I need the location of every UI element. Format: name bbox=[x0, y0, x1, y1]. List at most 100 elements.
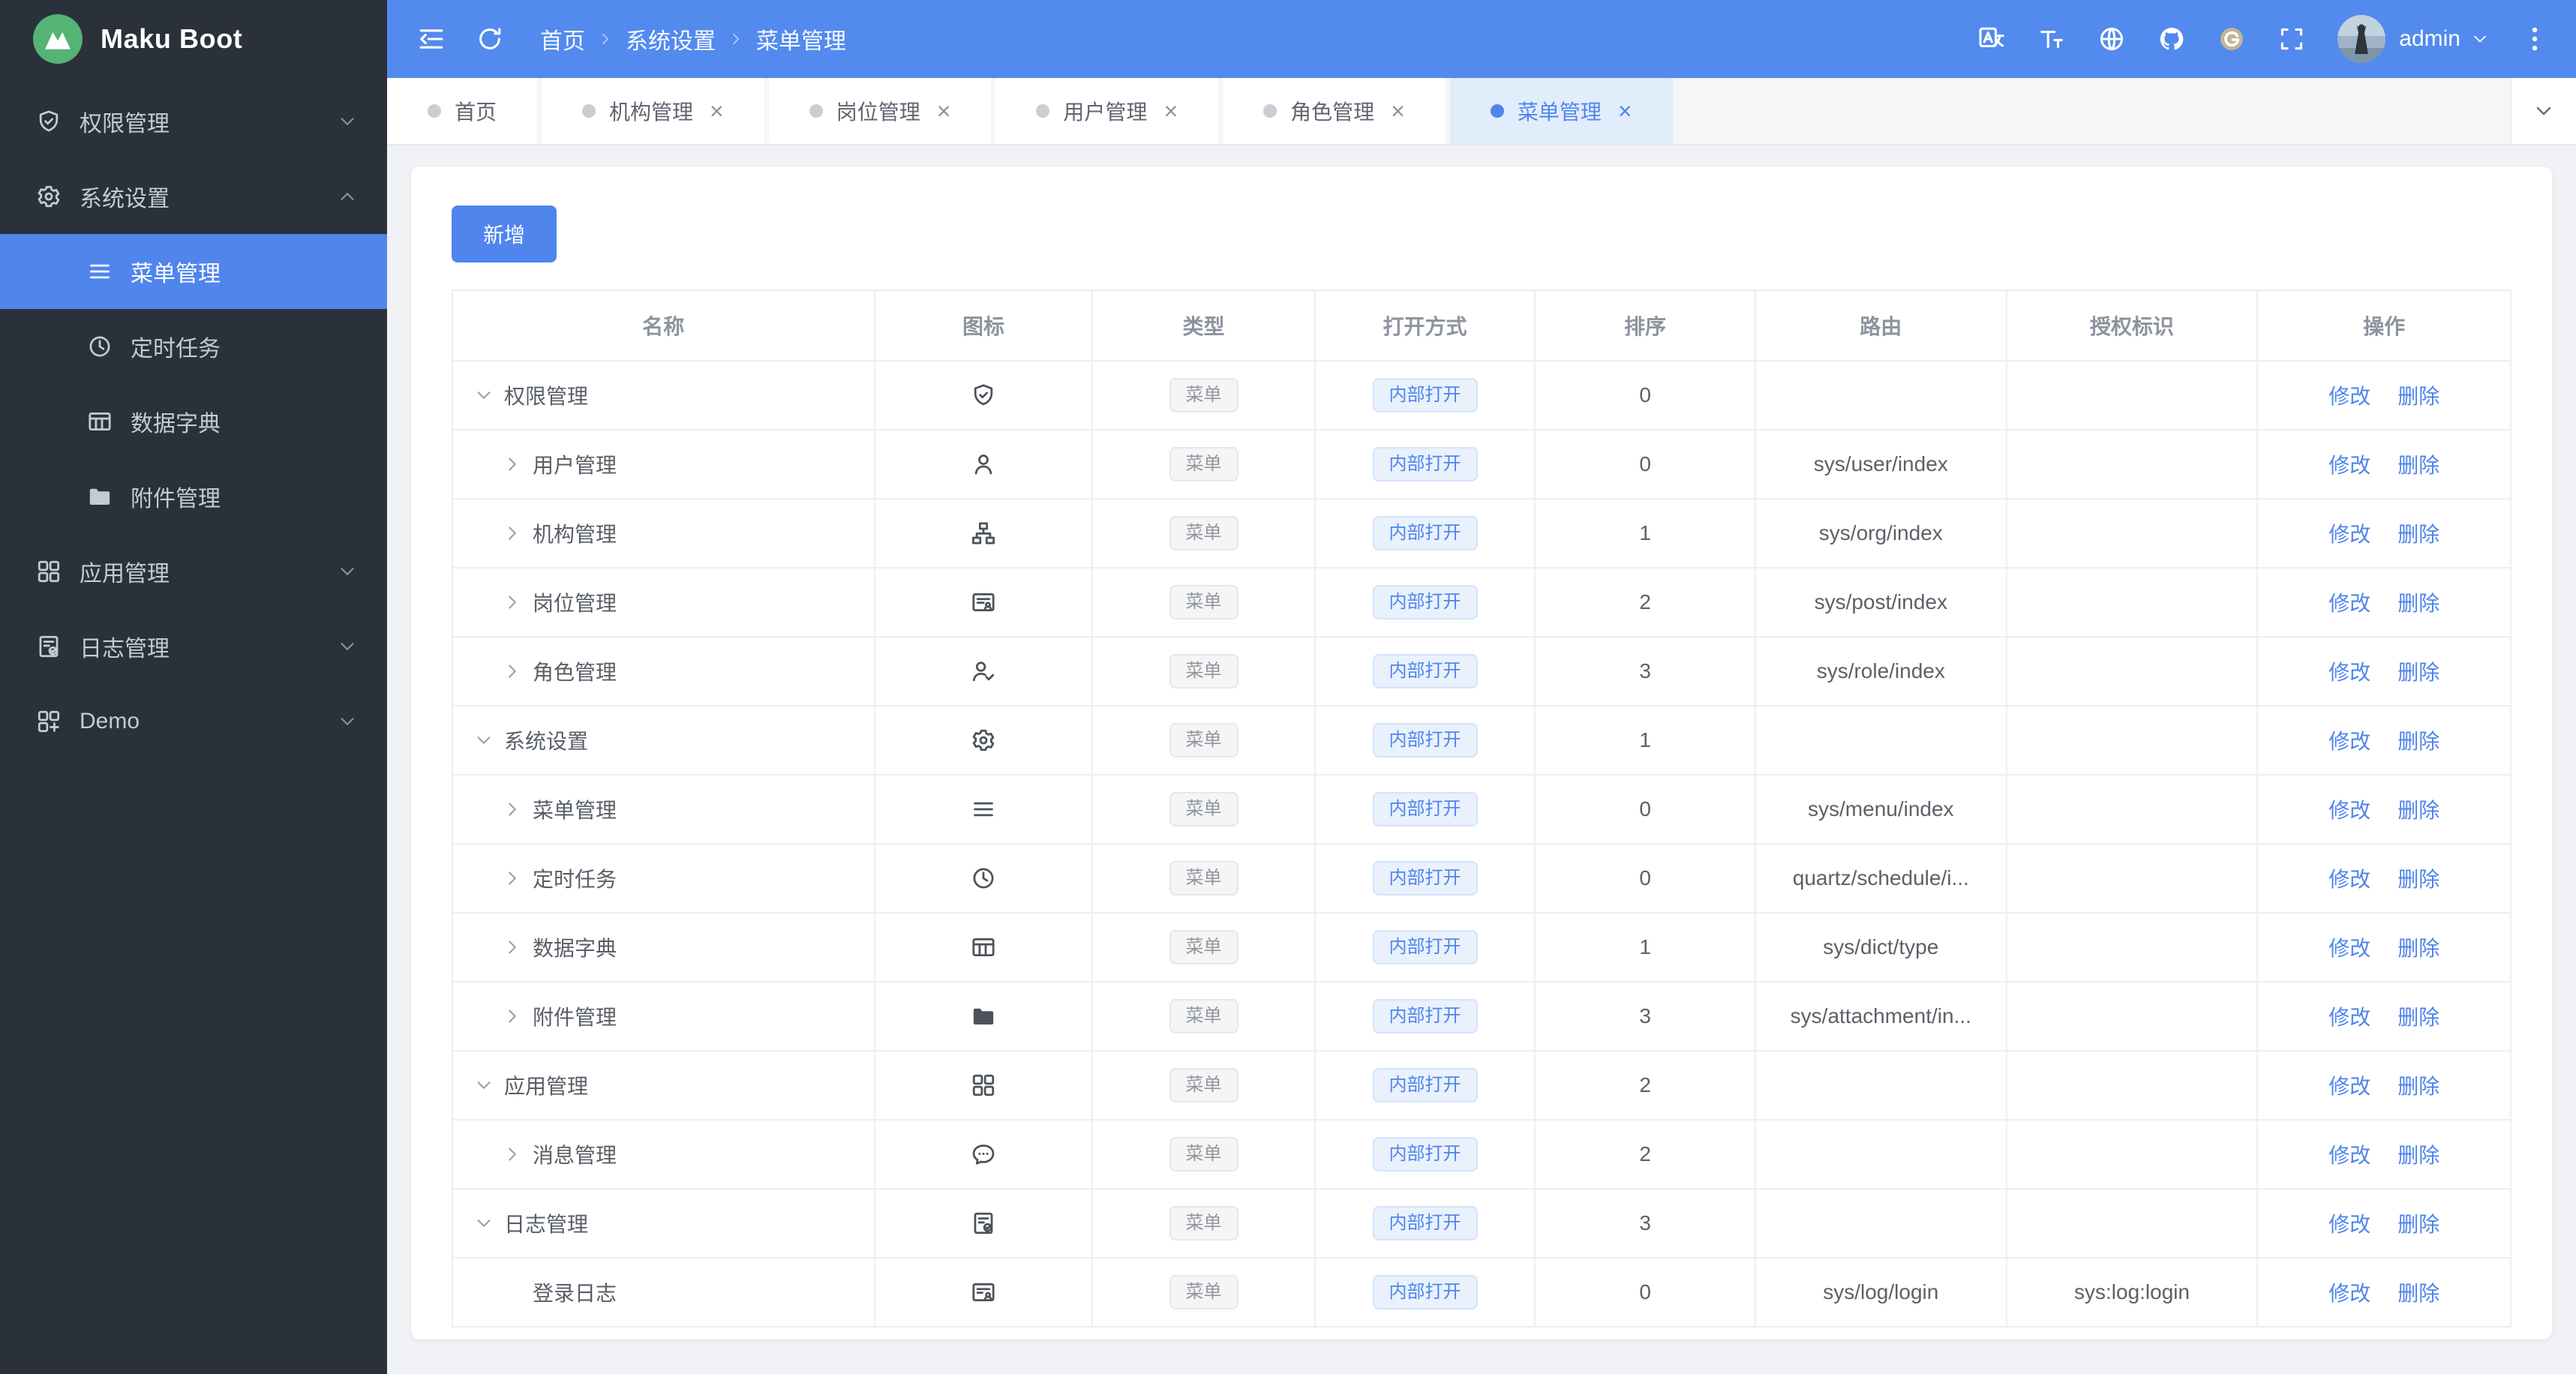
table-row: 用户管理 菜单 内部打开 0 sys/user/index 修改 删除 bbox=[451, 429, 2511, 500]
type-tag: 菜单 bbox=[1169, 446, 1238, 482]
delete-link[interactable]: 删除 bbox=[2397, 1213, 2439, 1236]
edit-link[interactable]: 修改 bbox=[2328, 385, 2370, 408]
menu-name: 应用管理 bbox=[504, 1075, 589, 1098]
route-value: sys/user/index bbox=[1754, 429, 2007, 500]
chevron-right-icon[interactable] bbox=[503, 800, 522, 819]
avatar[interactable] bbox=[2337, 15, 2386, 63]
tab-0[interactable]: 首页 bbox=[387, 78, 538, 144]
edit-link[interactable]: 修改 bbox=[2328, 661, 2370, 684]
sidebar-subitem-2[interactable]: 数据字典 bbox=[0, 384, 387, 459]
open-mode-tag: 内部打开 bbox=[1372, 515, 1478, 551]
folder-icon bbox=[87, 484, 113, 509]
close-icon[interactable]: × bbox=[937, 99, 951, 123]
tab-3[interactable]: 用户管理 × bbox=[995, 78, 1219, 144]
row-actions: 修改 删除 bbox=[2256, 636, 2511, 706]
gitee-icon[interactable] bbox=[2217, 25, 2246, 53]
delete-link[interactable]: 删除 bbox=[2397, 454, 2439, 477]
menu-name: 数据字典 bbox=[533, 937, 617, 960]
username-label[interactable]: admin bbox=[2399, 26, 2460, 52]
close-icon[interactable]: × bbox=[1163, 99, 1178, 123]
sidebar-item-0[interactable]: 权限管理 bbox=[0, 84, 387, 159]
delete-link[interactable]: 删除 bbox=[2397, 1282, 2439, 1305]
delete-link[interactable]: 删除 bbox=[2397, 868, 2439, 891]
chevron-right-icon bbox=[728, 31, 744, 47]
delete-link[interactable]: 删除 bbox=[2397, 799, 2439, 822]
fullscreen-icon[interactable] bbox=[2277, 25, 2306, 53]
chevron-right-icon[interactable] bbox=[503, 938, 522, 957]
close-icon[interactable]: × bbox=[1618, 99, 1632, 123]
delete-link[interactable]: 删除 bbox=[2397, 1006, 2439, 1029]
delete-link[interactable]: 删除 bbox=[2397, 592, 2439, 615]
chevron-right-icon[interactable] bbox=[503, 592, 522, 612]
add-button[interactable]: 新增 bbox=[452, 206, 557, 262]
sidebar-item-3[interactable]: 日志管理 bbox=[0, 609, 387, 684]
sidebar-subitem-1[interactable]: 定时任务 bbox=[0, 309, 387, 384]
github-icon[interactable] bbox=[2157, 25, 2186, 53]
tab-2[interactable]: 岗位管理 × bbox=[768, 78, 992, 144]
close-icon[interactable]: × bbox=[1391, 99, 1405, 123]
sidebar-item-2[interactable]: 应用管理 bbox=[0, 534, 387, 609]
tabs-overflow-button[interactable] bbox=[2510, 78, 2576, 144]
breadcrumb-item[interactable]: 菜单管理 bbox=[756, 22, 846, 56]
delete-link[interactable]: 删除 bbox=[2397, 661, 2439, 684]
sidebar-item-1[interactable]: 系统设置 bbox=[0, 159, 387, 234]
translate-icon[interactable] bbox=[1977, 25, 2006, 53]
edit-link[interactable]: 修改 bbox=[2328, 937, 2370, 960]
edit-link[interactable]: 修改 bbox=[2328, 1144, 2370, 1167]
chevron-right-icon[interactable] bbox=[503, 524, 522, 543]
chevron-down-icon[interactable] bbox=[474, 386, 494, 405]
delete-link[interactable]: 删除 bbox=[2397, 730, 2439, 753]
menu-name: 角色管理 bbox=[533, 661, 617, 684]
menu-icon bbox=[87, 259, 113, 284]
edit-link[interactable]: 修改 bbox=[2328, 1006, 2370, 1029]
message-icon bbox=[971, 1142, 996, 1167]
chevron-down-icon[interactable] bbox=[474, 1214, 494, 1233]
chevron-right-icon[interactable] bbox=[503, 662, 522, 681]
delete-link[interactable]: 删除 bbox=[2397, 385, 2439, 408]
tab-1[interactable]: 机构管理 × bbox=[542, 78, 764, 144]
globe-icon[interactable] bbox=[2097, 25, 2126, 53]
type-tag: 菜单 bbox=[1169, 653, 1238, 689]
edit-link[interactable]: 修改 bbox=[2328, 592, 2370, 615]
content-area: 新增 名称 图标 类型 打开方式 排序 路由 授权标识 操作 权限管理 菜单 内部打开 0 修… bbox=[387, 146, 2576, 1374]
chevron-down-icon[interactable] bbox=[474, 730, 494, 750]
more-menu-icon[interactable] bbox=[2520, 25, 2549, 53]
open-mode-tag: 内部打开 bbox=[1372, 860, 1478, 896]
delete-link[interactable]: 删除 bbox=[2397, 1075, 2439, 1098]
sidebar-menu: 权限管理 系统设置 菜单管理 定时任务 数据字典 附件管理 应用管理 日志管理 … bbox=[0, 78, 387, 1374]
tab-bar: 首页 机构管理 × 岗位管理 × 用户管理 × 角色管理 × 菜单管理 × bbox=[387, 78, 2576, 146]
edit-link[interactable]: 修改 bbox=[2328, 523, 2370, 546]
sidebar-subitem-0[interactable]: 菜单管理 bbox=[0, 234, 387, 309]
delete-link[interactable]: 删除 bbox=[2397, 1144, 2439, 1167]
chevron-right-icon[interactable] bbox=[503, 1144, 522, 1164]
route-value: quartz/schedule/i... bbox=[1754, 843, 2007, 914]
menu-fold-icon[interactable] bbox=[417, 25, 446, 53]
open-mode-tag: 内部打开 bbox=[1372, 1274, 1478, 1310]
edit-link[interactable]: 修改 bbox=[2328, 454, 2370, 477]
row-actions: 修改 删除 bbox=[2256, 1050, 2511, 1120]
edit-link[interactable]: 修改 bbox=[2328, 1213, 2370, 1236]
chevron-right-icon[interactable] bbox=[503, 454, 522, 474]
refresh-icon[interactable] bbox=[476, 25, 504, 53]
breadcrumb-item[interactable]: 首页 bbox=[540, 22, 585, 56]
close-icon[interactable]: × bbox=[710, 99, 724, 123]
chevron-down-icon[interactable] bbox=[474, 1076, 494, 1095]
breadcrumb-item[interactable]: 系统设置 bbox=[626, 22, 716, 56]
delete-link[interactable]: 删除 bbox=[2397, 937, 2439, 960]
chevron-right-icon[interactable] bbox=[503, 868, 522, 888]
sidebar-subitem-3[interactable]: 附件管理 bbox=[0, 459, 387, 534]
edit-link[interactable]: 修改 bbox=[2328, 1282, 2370, 1305]
font-size-icon[interactable] bbox=[2037, 25, 2066, 53]
sort-value: 0 bbox=[1534, 429, 1756, 500]
tab-4[interactable]: 角色管理 × bbox=[1223, 78, 1446, 144]
sidebar-item-demo[interactable]: Demo bbox=[0, 684, 387, 759]
open-mode-tag: 内部打开 bbox=[1372, 929, 1478, 965]
delete-link[interactable]: 删除 bbox=[2397, 523, 2439, 546]
edit-link[interactable]: 修改 bbox=[2328, 799, 2370, 822]
edit-link[interactable]: 修改 bbox=[2328, 1075, 2370, 1098]
sort-value: 2 bbox=[1534, 1119, 1756, 1190]
edit-link[interactable]: 修改 bbox=[2328, 730, 2370, 753]
tab-5[interactable]: 菜单管理 × bbox=[1449, 78, 1673, 144]
chevron-right-icon[interactable] bbox=[503, 1006, 522, 1026]
edit-link[interactable]: 修改 bbox=[2328, 868, 2370, 891]
